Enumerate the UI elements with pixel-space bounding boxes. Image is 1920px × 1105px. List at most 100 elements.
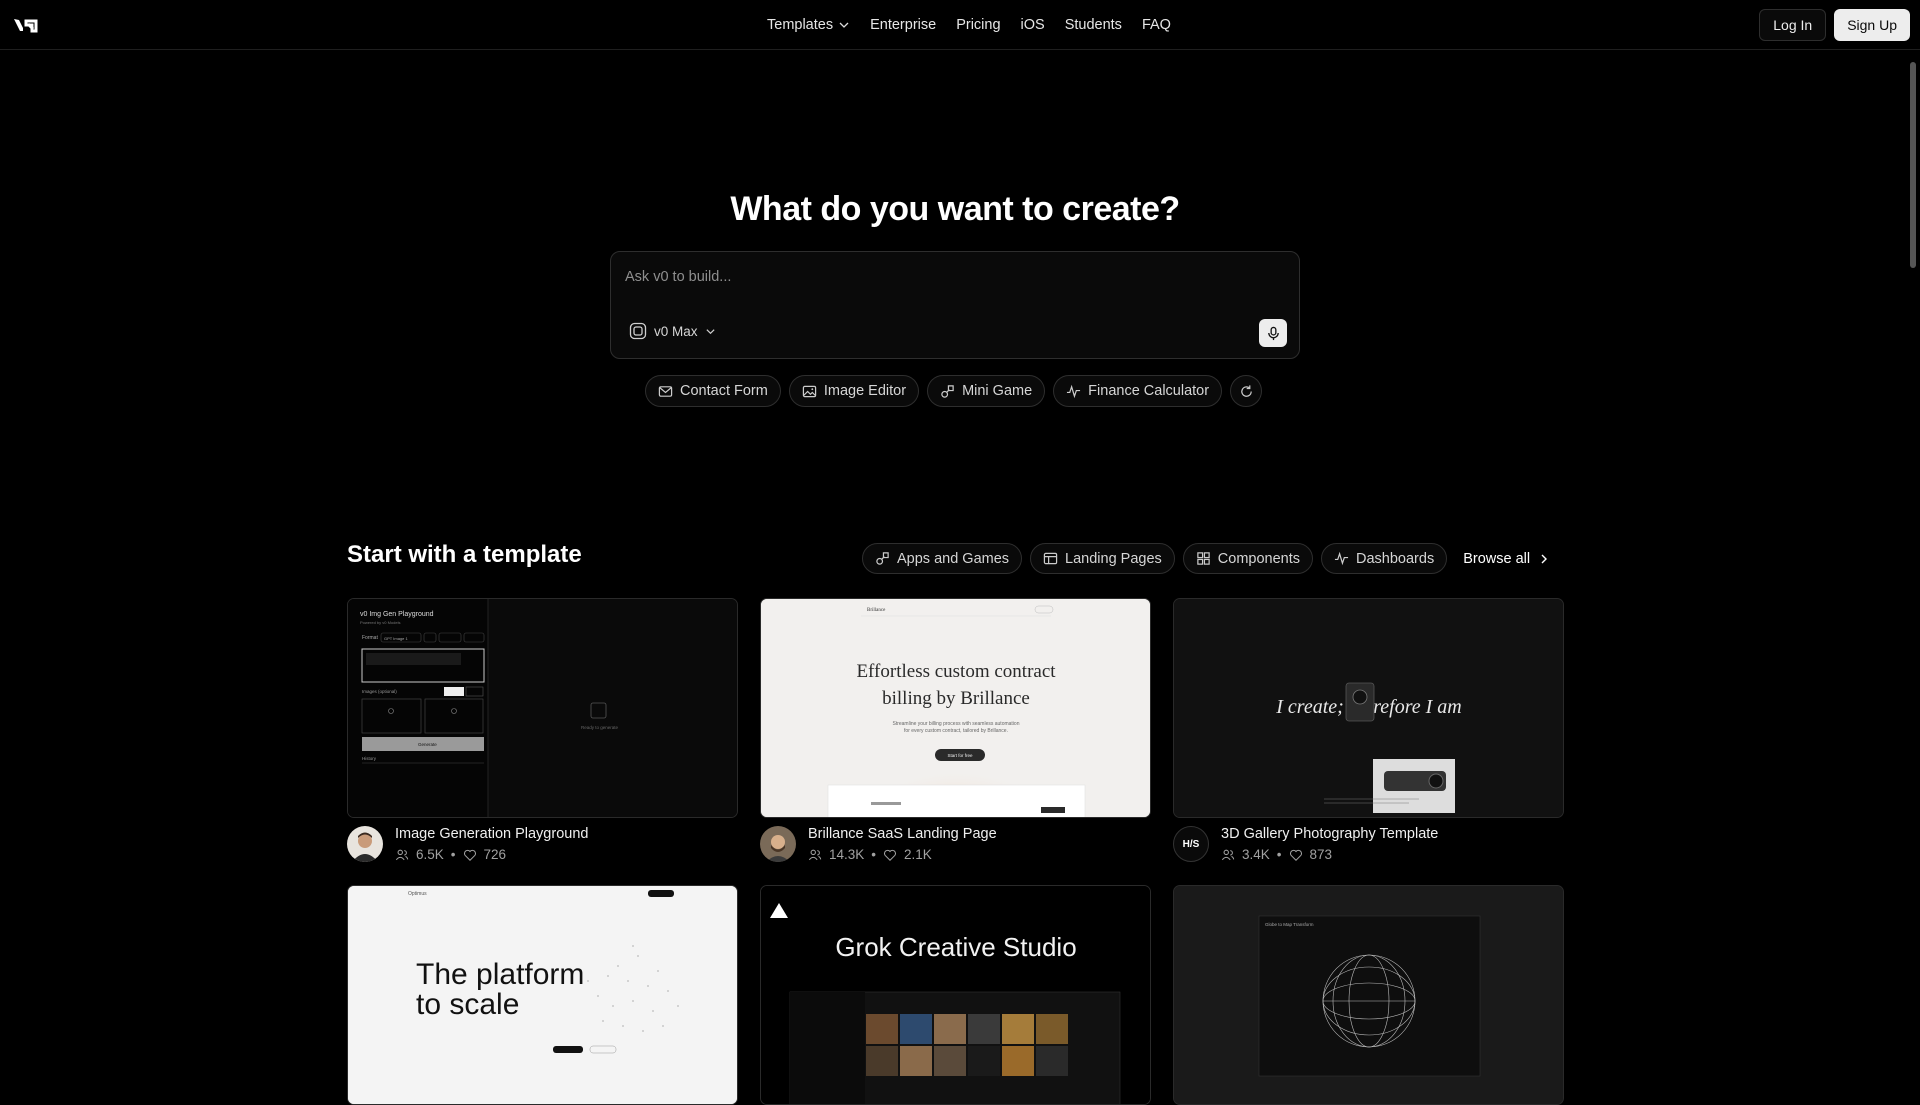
thumb-headline-1: The platform	[416, 958, 584, 991]
template-card-brillance[interactable]: Brillance Effortless custom contract bil…	[760, 598, 1151, 873]
template-thumbnail[interactable]: Grok Creative Studio	[760, 885, 1151, 1105]
thumb-sub: Powered by v0 Models	[360, 620, 400, 625]
card-stats: 14.3K • 2.1K	[808, 847, 932, 862]
template-card-grok[interactable]: Grok Creative Studio	[760, 885, 1151, 1105]
activity-icon	[1067, 384, 1081, 398]
nav-students-label: Students	[1064, 17, 1122, 33]
card-stats: 6.5K • 726	[395, 847, 506, 862]
camera-icon	[1345, 682, 1375, 722]
card-title[interactable]: Brillance SaaS Landing Page	[808, 826, 997, 842]
model-selector[interactable]: v0 Max	[629, 322, 716, 340]
template-thumbnail[interactable]: v0 Img Gen Playground Powered by v0 Mode…	[347, 598, 738, 818]
heart-icon	[463, 849, 476, 861]
signup-button[interactable]: Sign Up	[1834, 9, 1910, 41]
author-avatar[interactable]	[760, 826, 796, 862]
users-count: 14.3K	[829, 847, 865, 862]
nav-templates[interactable]: Templates	[757, 17, 860, 33]
thumb-header: v0 Img Gen Playground	[360, 611, 434, 618]
thumb-headline: Grok Creative Studio	[835, 932, 1076, 962]
filter-apps-and-games[interactable]: Apps and Games	[862, 543, 1023, 574]
main-nav: Templates Enterprise Pricing iOS Student…	[757, 0, 1181, 50]
author-avatar[interactable]	[347, 826, 383, 862]
template-card-globe[interactable]: Globe to Map Transform	[1173, 885, 1564, 1105]
microphone-icon	[1267, 326, 1279, 340]
microphone-button[interactable]	[1259, 319, 1287, 347]
suggestion-finance-calculator[interactable]: Finance Calculator	[1053, 375, 1223, 407]
likes-count: 2.1K	[904, 847, 932, 862]
prompt-input[interactable]	[623, 264, 1283, 290]
filter-label: Components	[1217, 550, 1301, 567]
nav-ios[interactable]: iOS	[1011, 17, 1055, 33]
filter-components[interactable]: Components	[1182, 543, 1314, 574]
thumbnail-preview: Grok Creative Studio	[761, 886, 1150, 1104]
thumb-brand: Brillance	[867, 608, 886, 613]
heart-icon	[1289, 849, 1302, 861]
image-icon	[802, 385, 817, 397]
nav-templates-label: Templates	[767, 17, 834, 33]
suggestion-label: Finance Calculator	[1088, 383, 1210, 399]
thumb-images-label: Images (optional)	[362, 689, 397, 694]
template-card-optimus[interactable]: Optimus The platform to scale	[347, 885, 738, 1105]
nav-enterprise[interactable]: Enterprise	[860, 17, 946, 33]
layout-icon	[1043, 552, 1058, 565]
thumb-empty-label: Ready to generate	[581, 725, 619, 730]
template-card-image-generation[interactable]: v0 Img Gen Playground Powered by v0 Mode…	[347, 598, 738, 873]
chevron-down-icon	[705, 328, 715, 334]
nav-students[interactable]: Students	[1055, 17, 1132, 33]
thumb-headline-2: to scale	[416, 988, 519, 1021]
card-title[interactable]: Image Generation Playground	[395, 826, 588, 842]
template-thumbnail[interactable]: I create; therefore I am	[1173, 598, 1564, 818]
template-card-3d-gallery[interactable]: I create; therefore I am H/S 3D Gallery …	[1173, 598, 1564, 873]
likes-count: 873	[1309, 847, 1333, 862]
card-title[interactable]: 3D Gallery Photography Template	[1221, 826, 1438, 842]
filter-label: Dashboards	[1356, 550, 1435, 567]
author-avatar-text: H/S	[1182, 838, 1200, 850]
suggestion-image-editor[interactable]: Image Editor	[788, 375, 920, 407]
hero-title: What do you want to create?	[730, 190, 1180, 228]
thumb-generate-label: Generate	[418, 742, 437, 747]
users-count: 6.5K	[416, 847, 444, 862]
model-icon	[629, 322, 647, 340]
shapes-icon	[941, 384, 954, 398]
thumbnail-preview: v0 Img Gen Playground Powered by v0 Mode…	[348, 599, 737, 817]
refresh-icon	[1240, 384, 1252, 397]
prompt-box: v0 Max	[610, 251, 1300, 359]
author-avatar-image	[760, 826, 796, 862]
nav-pricing[interactable]: Pricing	[946, 17, 1010, 33]
filter-landing-pages[interactable]: Landing Pages	[1030, 543, 1175, 574]
template-thumbnail[interactable]: Optimus The platform to scale	[347, 885, 738, 1105]
card-meta: Image Generation Playground 6.5K • 726	[347, 823, 738, 873]
thumb-brand: Optimus	[408, 891, 427, 897]
nav-enterprise-label: Enterprise	[870, 17, 937, 33]
thumb-sub-1: Streamline your billing process with sea…	[892, 721, 1019, 727]
suggestion-mini-game[interactable]: Mini Game	[927, 375, 1046, 407]
prompt-suggestions: Contact Form Image Editor Mini Game Fina…	[645, 375, 1263, 407]
nav-faq[interactable]: FAQ	[1132, 17, 1181, 33]
users-icon	[808, 849, 822, 860]
template-thumbnail[interactable]: Brillance Effortless custom contract bil…	[760, 598, 1151, 818]
thumb-cta: Start for free	[947, 753, 973, 758]
browse-all-link[interactable]: Browse all	[1463, 551, 1550, 567]
card-meta: Brillance SaaS Landing Page 14.3K • 2.1K	[760, 823, 1151, 873]
activity-icon	[1334, 551, 1349, 566]
refresh-suggestions-button[interactable]	[1230, 375, 1263, 407]
v0-logo-icon[interactable]	[12, 15, 42, 35]
users-icon	[395, 849, 409, 860]
scrollbar-thumb[interactable]	[1910, 62, 1916, 268]
suggestion-contact-form[interactable]: Contact Form	[645, 375, 781, 407]
nav-ios-label: iOS	[1020, 17, 1045, 33]
filter-label: Landing Pages	[1065, 550, 1162, 567]
users-icon	[1221, 849, 1235, 860]
login-button[interactable]: Log In	[1759, 9, 1827, 41]
author-avatar[interactable]: H/S	[1173, 826, 1209, 862]
template-thumbnail[interactable]: Globe to Map Transform	[1173, 885, 1564, 1105]
browse-all-label: Browse all	[1463, 550, 1531, 567]
stat-separator: •	[1276, 847, 1282, 862]
thumb-headline-1: Effortless custom contract	[856, 661, 1056, 682]
filter-dashboards[interactable]: Dashboards	[1321, 543, 1448, 574]
suggestion-label: Image Editor	[823, 383, 907, 399]
thumb-history-label: History	[362, 756, 377, 761]
templates-section-title: Start with a template	[347, 541, 582, 568]
grid-icon	[1197, 552, 1210, 565]
thumbnail-preview: Brillance Effortless custom contract bil…	[761, 599, 1150, 817]
